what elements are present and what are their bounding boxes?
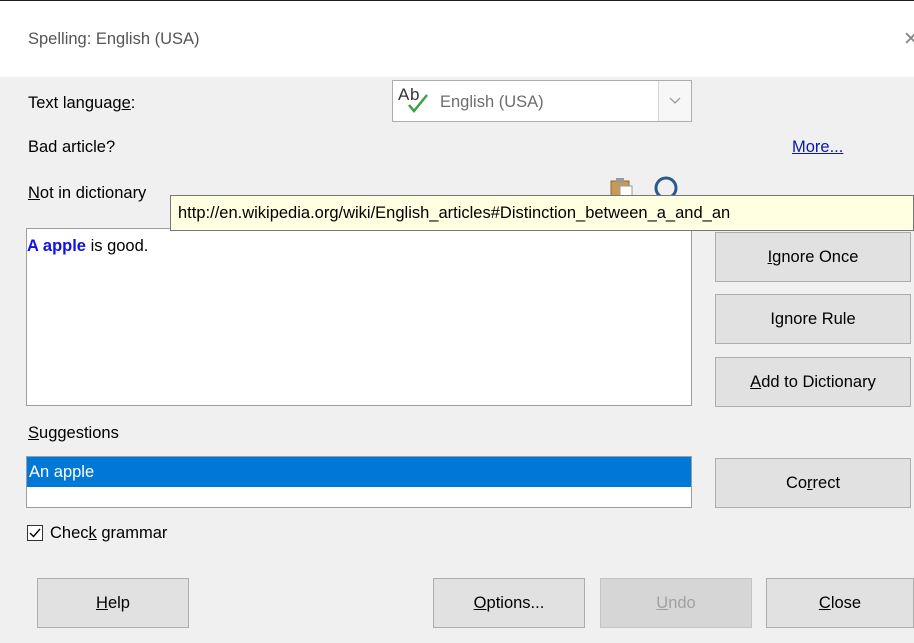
text-language-label: Text language: [28, 94, 136, 112]
add-to-dictionary-button[interactable]: Add to Dictionary [715, 357, 911, 407]
chevron-down-icon [669, 97, 681, 104]
text-language-value: English (USA) [440, 93, 544, 111]
error-word: A apple [27, 237, 86, 255]
suggestion-item[interactable]: An apple [27, 457, 691, 487]
ignore-rule-button[interactable]: Ig nore Rule [715, 294, 911, 344]
svg-text:b: b [410, 85, 419, 104]
check-grammar-checkbox[interactable] [27, 525, 43, 541]
text-language-select[interactable]: A b English (USA) [392, 80, 692, 122]
spellcheck-abc-icon: A b [398, 85, 428, 113]
close-button[interactable]: Close [766, 578, 914, 628]
ignore-once-button[interactable]: Ignore Once [715, 232, 911, 282]
correct-button[interactable]: Co r rect [715, 458, 911, 508]
url-tooltip: http://en.wikipedia.org/wiki/English_art… [170, 195, 914, 231]
check-grammar-label[interactable]: Check grammar [50, 524, 167, 543]
error-description: Bad article? [28, 138, 116, 156]
suggestions-list[interactable]: An apple [26, 456, 692, 508]
close-window-icon[interactable]: ✕ [903, 28, 914, 51]
svg-text:A: A [398, 85, 410, 104]
sentence-editor[interactable]: A apple is good. [26, 228, 692, 406]
checkmark-icon [29, 528, 41, 538]
help-button[interactable]: Help [37, 578, 189, 628]
suggestions-label: Suggestions [28, 424, 119, 442]
more-link[interactable]: More... [792, 138, 843, 157]
not-in-dictionary-label: Not in dictionary [28, 184, 147, 202]
options-button[interactable]: Options... [433, 578, 585, 628]
search-icon[interactable] [648, 174, 688, 196]
sentence-text: A apple is good. [27, 237, 149, 255]
window-title: Spelling: English (USA) [28, 30, 200, 48]
undo-button[interactable]: Undo [600, 578, 752, 628]
dropdown-button[interactable] [658, 81, 691, 121]
